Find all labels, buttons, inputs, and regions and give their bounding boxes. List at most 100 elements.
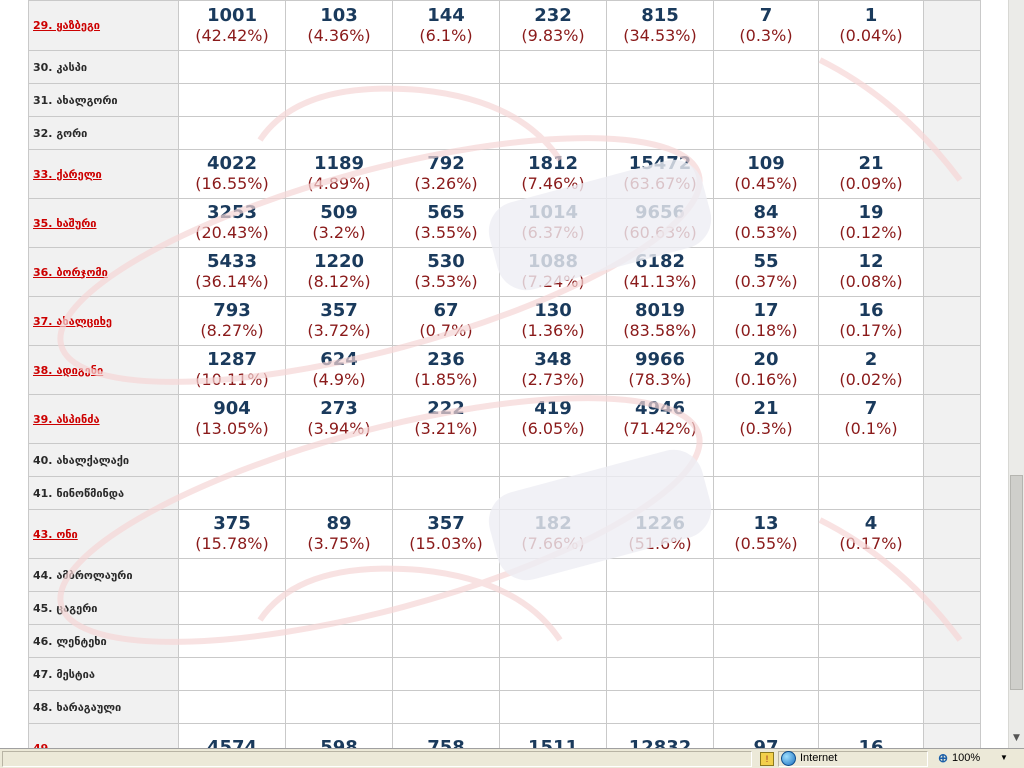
vote-count: 19 [858,202,884,223]
result-cell: 97 [713,723,819,748]
result-cell [606,83,714,117]
zoom-level[interactable]: 100% [952,752,980,764]
result-cell: 84 (0.53%) [713,198,819,248]
vote-percent: (1.36%) [521,321,585,340]
district-name-cell[interactable]: 33. ქარელი [28,149,179,199]
vote-count: 793 [213,300,251,321]
edge-cell [923,476,981,510]
result-cell [499,591,607,625]
result-cell: 4574 [178,723,286,748]
vote-percent: (13.05%) [195,419,269,438]
vote-count: 7 [864,398,878,419]
table-row: 46. ლენტეხი [28,624,981,658]
vote-count: 6182 [634,251,686,272]
vote-percent: (34.53%) [623,25,697,45]
district-name-cell[interactable]: 38. ადიგენი [28,345,179,395]
vote-count: 4946 [634,398,686,419]
result-cell [285,443,393,477]
result-cell [392,657,500,691]
result-cell: 1220 (8.12%) [285,247,393,297]
vote-count: 1287 [206,349,258,370]
district-link[interactable]: 36. ბორჯომი [33,266,108,279]
district-link[interactable]: 29. ყაზბეგი [33,19,100,32]
vote-percent: (3.21%) [414,419,478,438]
result-cell: 357 (15.03%) [392,509,500,559]
district-name-cell[interactable]: 49. ... [28,723,179,748]
district-link[interactable]: 33. ქარელი [33,168,102,181]
result-cell: 232 (9.83%) [499,0,607,51]
result-cell [713,83,819,117]
scroll-down-arrow-icon[interactable]: ▼ [1009,728,1024,748]
table-row: 49. ... 4574 598 758 1511 12832 97 16 [28,723,981,749]
vote-count: 84 [753,202,779,223]
result-cell [178,624,286,658]
scrollbar-thumb[interactable] [1010,475,1023,690]
vote-percent: (3.75%) [307,534,371,553]
vote-count: 565 [427,202,465,223]
result-cell: 1088 (7.24%) [499,247,607,297]
vote-count: 144 [427,4,465,26]
vote-count: 357 [320,300,358,321]
district-link[interactable]: 37. ახალციხე [33,315,112,328]
result-cell: 67 (0.7%) [392,296,500,346]
result-cell [713,657,819,691]
vote-count: 758 [427,737,465,749]
district-label: 41. ნინოწმინდა [33,486,125,500]
district-name-cell[interactable]: 43. ონი [28,509,179,559]
district-name-cell[interactable]: 37. ახალციხე [28,296,179,346]
result-cell [606,558,714,592]
result-cell [818,624,924,658]
vote-count: 67 [433,300,459,321]
vote-percent: (3.53%) [414,272,478,291]
result-cell [392,83,500,117]
district-name-cell[interactable]: 35. ხაშური [28,198,179,248]
result-cell: 15472 (63.67%) [606,149,714,199]
edge-cell [923,116,981,150]
result-cell [818,591,924,625]
vertical-scrollbar[interactable]: ▼ [1008,0,1024,748]
left-margin [0,0,28,748]
result-cell: 904 (13.05%) [178,394,286,444]
edge-cell [923,443,981,477]
district-label: 40. ახალქალაქი [33,453,130,467]
result-cell [713,624,819,658]
district-link[interactable]: 39. ასპინძა [33,413,100,426]
table-row: 45. ცაგერი [28,591,981,625]
result-cell [606,116,714,150]
district-name-cell: 46. ლენტეხი [28,624,179,658]
district-name-cell: 44. ამბროლაური [28,558,179,592]
district-name-cell[interactable]: 36. ბორჯომი [28,247,179,297]
edge-cell [923,83,981,117]
vote-percent: (7.24%) [521,272,585,291]
edge-cell [923,624,981,658]
result-cell: 357 (3.72%) [285,296,393,346]
district-link[interactable]: 43. ონი [33,528,78,541]
zoom-icon[interactable]: ⊕ [938,751,952,765]
district-name-cell[interactable]: 39. ასპინძა [28,394,179,444]
table-row: 33. ქარელი 4022 (16.55%) 1189 (4.89%) 792 (3.2… [28,149,981,199]
vote-count: 21 [753,398,779,419]
district-link[interactable]: 35. ხაშური [33,217,97,230]
table-row: 41. ნინოწმინდა [28,476,981,510]
district-link[interactable]: 38. ადიგენი [33,364,103,377]
table-row: 36. ბორჯომი 5433 (36.14%) 1220 (8.12%) 530 (3.… [28,247,981,297]
result-cell [178,83,286,117]
vote-count: 1 [864,4,878,26]
result-cell: 1226 (51.6%) [606,509,714,559]
chevron-down-icon[interactable]: ▼ [1000,753,1008,762]
district-name-cell: 40. ახალქალაქი [28,443,179,477]
vote-count: 792 [427,153,465,174]
vote-percent: (7.46%) [521,174,585,193]
edge-cell [923,345,981,395]
security-warning-icon[interactable]: ! [760,752,774,766]
vote-percent: (0.53%) [734,223,798,242]
result-cell [285,558,393,592]
district-name-cell[interactable]: 29. ყაზბეგი [28,0,179,51]
result-cell: 21 (0.3%) [713,394,819,444]
result-cell [713,558,819,592]
result-cell: 8019 (83.58%) [606,296,714,346]
result-cell [178,591,286,625]
result-cell [285,624,393,658]
status-text-pane [2,751,752,767]
zone-label: Internet [800,752,838,764]
